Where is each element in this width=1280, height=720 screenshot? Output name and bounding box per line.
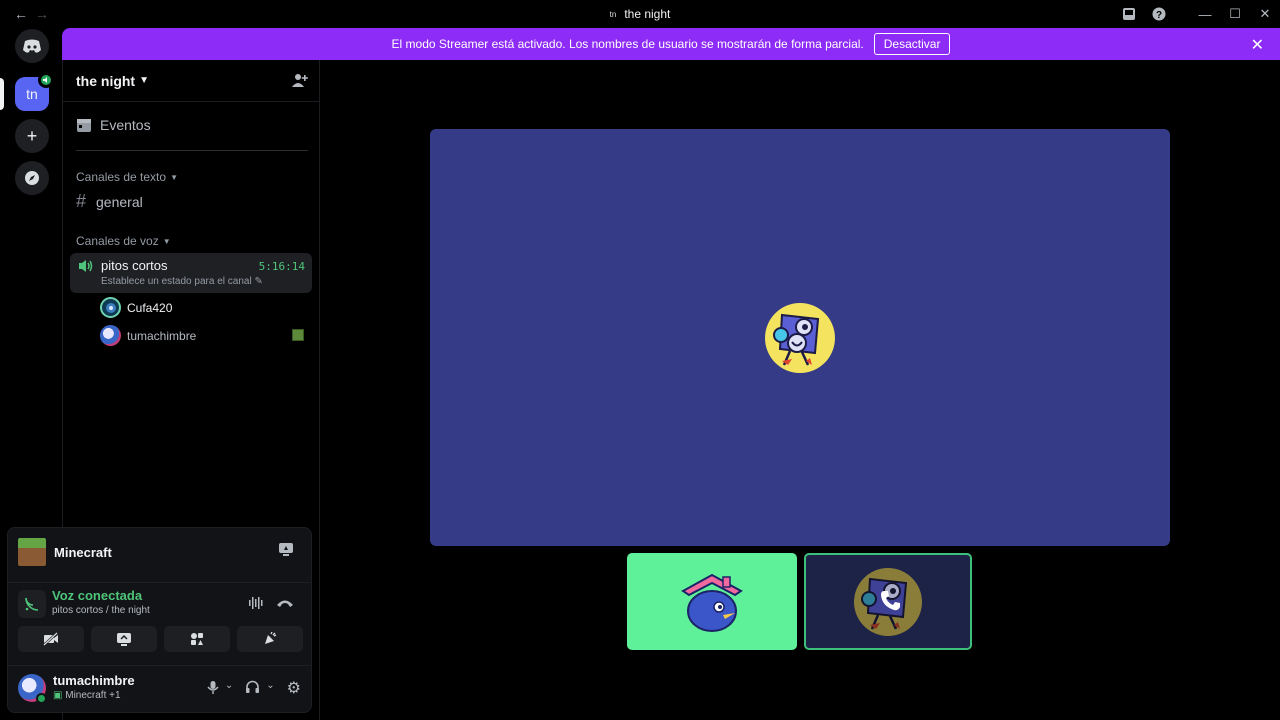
voice-location[interactable]: pitos cortos / the night — [52, 605, 150, 616]
user-activity-status: ▣ Minecraft +1 — [53, 690, 121, 701]
voice-active-badge-icon — [38, 72, 54, 88]
deactivate-streamer-button[interactable]: Desactivar — [873, 33, 951, 55]
voice-action-buttons — [18, 626, 303, 652]
guild-header[interactable]: the night ▼ — [63, 60, 320, 102]
chevron-down-icon: ▼ — [162, 236, 171, 246]
avatar — [765, 303, 835, 373]
settings-gear-icon[interactable]: ⚙ — [287, 678, 301, 698]
speaker-icon — [78, 259, 93, 276]
camera-off-button[interactable] — [18, 626, 84, 652]
chevron-down-icon: ▼ — [170, 172, 178, 182]
noise-suppression-icon[interactable] — [248, 596, 264, 613]
voice-channel-name: pitos cortos — [101, 258, 168, 273]
hash-icon: # — [76, 191, 87, 211]
headphones-icon[interactable] — [245, 680, 260, 698]
signal-icon[interactable] — [18, 590, 46, 618]
divider — [76, 150, 308, 151]
set-channel-status[interactable]: Establece un estado para el canal ✎ — [101, 276, 263, 287]
avatar — [100, 325, 121, 346]
voice-channels-category[interactable]: Canales de voz ▼ — [76, 234, 171, 248]
microphone-icon[interactable] — [207, 680, 219, 698]
voice-connected-label[interactable]: Voz conectada — [52, 588, 142, 603]
events-label: Eventos — [100, 117, 151, 133]
minimize-icon[interactable]: — — [1190, 7, 1220, 22]
chevron-down-icon[interactable]: ⌄ — [266, 680, 274, 698]
avatar — [678, 568, 746, 636]
server-initials-icon: tn — [609, 9, 617, 19]
participant-tile[interactable] — [627, 553, 797, 650]
screen-share-game-icon[interactable] — [278, 542, 294, 556]
username[interactable]: tumachimbre — [53, 673, 135, 688]
close-window-icon[interactable]: ✕ — [1250, 6, 1280, 22]
game-activity-icon — [292, 329, 304, 341]
soundboard-button[interactable] — [237, 626, 303, 652]
maximize-icon[interactable]: ☐ — [1220, 6, 1250, 22]
active-server-indicator — [0, 78, 4, 110]
share-screen-button[interactable] — [91, 626, 157, 652]
phone-call-icon — [878, 589, 902, 618]
window-title-text: the night — [624, 7, 671, 21]
online-status-icon — [36, 693, 47, 704]
participant-tile-speaking[interactable] — [804, 553, 972, 650]
add-server-icon[interactable]: + — [15, 119, 49, 153]
voice-member[interactable]: Cufa420 — [100, 297, 172, 318]
voice-member[interactable]: tumachimbre — [100, 325, 316, 346]
svg-text:?: ? — [1156, 10, 1162, 21]
voice-stage-focused-tile[interactable] — [430, 129, 1170, 546]
activity-panel: Minecraft Voz conectada pitos cortos / t… — [7, 527, 312, 713]
voice-category-label: Canales de voz — [76, 234, 159, 248]
pencil-icon: ✎ — [254, 276, 263, 287]
streamer-mode-banner: El modo Streamer está activado. Los nomb… — [62, 28, 1280, 60]
text-channels-category[interactable]: Canales de texto ▼ — [76, 170, 178, 184]
window-title: tn the night — [0, 0, 1280, 28]
channel-general[interactable]: # general — [76, 191, 143, 212]
discord-home-icon[interactable] — [15, 29, 49, 63]
server-initials: tn — [26, 86, 38, 102]
discover-compass-icon[interactable] — [15, 161, 49, 195]
channel-label: general — [96, 193, 143, 210]
events-item[interactable]: Eventos — [76, 117, 151, 133]
server-the-night[interactable]: tn — [15, 72, 54, 111]
user-panel: tumachimbre ▣ Minecraft +1 ⌄ ⌄ ⚙ — [18, 672, 303, 706]
text-category-label: Canales de texto — [76, 170, 167, 184]
inbox-icon[interactable] — [1114, 7, 1144, 21]
guild-name: the night — [76, 72, 136, 89]
game-name: Minecraft — [54, 544, 112, 560]
minecraft-block-icon — [18, 538, 46, 566]
help-icon[interactable]: ? — [1144, 7, 1174, 21]
close-banner-icon[interactable]: ✕ — [1251, 35, 1264, 55]
member-name: tumachimbre — [127, 328, 197, 343]
user-status-text: Minecraft +1 — [65, 690, 121, 701]
voice-channel-pitos-cortos[interactable]: pitos cortos 5:16:14 Establece un estado… — [70, 253, 312, 293]
channel-status-placeholder: Establece un estado para el canal — [101, 276, 252, 287]
member-name: Cufa420 — [127, 300, 173, 315]
activities-button[interactable] — [164, 626, 230, 652]
invite-people-icon[interactable] — [292, 72, 308, 91]
voice-timer: 5:16:14 — [258, 260, 305, 273]
voice-connection-box: Voz conectada pitos cortos / the night — [8, 582, 311, 666]
chevron-down-icon: ▼ — [139, 75, 150, 86]
disconnect-icon[interactable] — [276, 595, 294, 611]
game-activity-row: Minecraft — [18, 538, 112, 566]
gamepad-icon: ▣ — [53, 690, 63, 701]
calendar-icon — [77, 119, 91, 132]
streamer-mode-message: El modo Streamer está activado. Los nomb… — [391, 37, 864, 51]
avatar — [100, 297, 121, 318]
chevron-down-icon[interactable]: ⌄ — [225, 680, 233, 698]
title-bar: ← → tn the night ? — ☐ ✕ — [0, 0, 1280, 28]
